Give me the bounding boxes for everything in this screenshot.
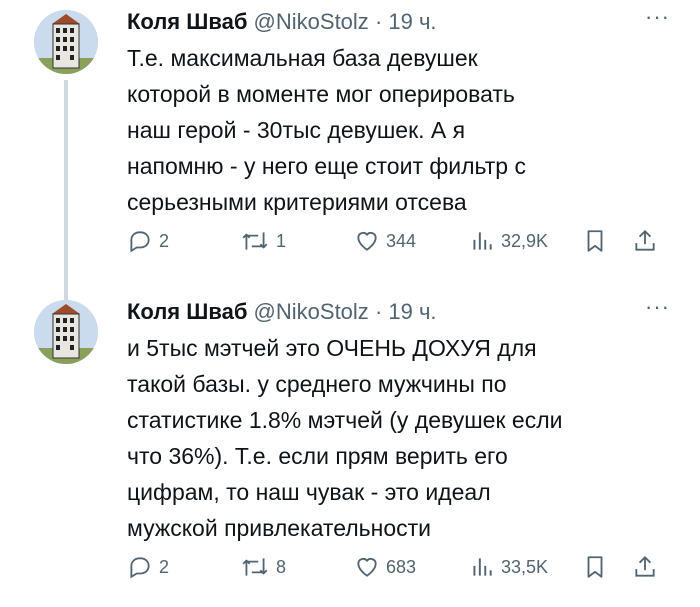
- retweet-count: 8: [276, 556, 287, 577]
- text-line: такой базы. у среднего мужчины по: [127, 371, 507, 397]
- reply-button[interactable]: 2: [127, 226, 169, 256]
- avatar[interactable]: [34, 300, 98, 364]
- reply-count: 2: [159, 556, 170, 577]
- reply-count: 2: [159, 230, 170, 251]
- tweet[interactable]: Коля Шваб @NikoStolz · 19 ч. ··· и 5тыс …: [0, 290, 700, 607]
- like-count: 344: [386, 230, 417, 251]
- timestamp[interactable]: 19 ч.: [388, 299, 436, 324]
- tweet-header: Коля Шваб @NikoStolz · 19 ч.: [127, 298, 437, 326]
- bookmark-button[interactable]: [582, 552, 614, 582]
- retweet-count: 1: [276, 230, 287, 251]
- views-count: 33,5K: [501, 556, 549, 577]
- text-line: что 36%). Т.е. если прям верить его: [127, 443, 508, 469]
- text-line: которой в моменте мог оперировать: [127, 81, 515, 107]
- share-button[interactable]: [632, 552, 664, 582]
- separator: ·: [374, 9, 383, 34]
- like-button[interactable]: 683: [354, 552, 416, 582]
- author-handle[interactable]: @NikoStolz: [254, 299, 369, 324]
- text-line: статистике 1.8% мэтчей (у девушек если: [127, 407, 563, 433]
- retweet-icon: [242, 558, 268, 576]
- timestamp[interactable]: 19 ч.: [388, 9, 436, 34]
- text-line: цифрам, то наш чувак - это идеал: [127, 479, 491, 505]
- author-name[interactable]: Коля Шваб: [127, 299, 247, 324]
- like-button[interactable]: 344: [354, 226, 416, 256]
- author-name[interactable]: Коля Шваб: [127, 9, 247, 34]
- text-line: напомню - у него еще стоит фильтр с: [127, 153, 526, 179]
- views-icon: [473, 232, 492, 250]
- bookmark-icon: [587, 230, 603, 252]
- avatar[interactable]: [34, 10, 98, 74]
- reply-button[interactable]: 2: [127, 552, 169, 582]
- text-line: мужской привлекательности: [127, 515, 431, 541]
- tweet-actions: 2 1 344 32,9K: [127, 226, 667, 256]
- share-icon: [635, 229, 655, 251]
- bookmark-button[interactable]: [582, 226, 614, 256]
- text-line: и 5тыс мэтчей это ОЧЕНЬ ДОХУЯ для: [127, 335, 537, 361]
- thread-line: [64, 80, 68, 300]
- author-handle[interactable]: @NikoStolz: [254, 9, 369, 34]
- retweet-button[interactable]: 8: [240, 552, 286, 582]
- views-count: 32,9K: [501, 230, 549, 251]
- retweet-button[interactable]: 1: [240, 226, 286, 256]
- tweet-text: Т.е. максимальная база девушек которой в…: [127, 40, 667, 220]
- views-icon: [473, 558, 492, 576]
- share-button[interactable]: [632, 226, 664, 256]
- like-count: 683: [386, 556, 417, 577]
- retweet-icon: [242, 232, 268, 250]
- text-line: серьезными критериями отсева: [127, 189, 467, 215]
- text-line: Т.е. максимальная база девушек: [127, 45, 478, 71]
- separator: ·: [374, 299, 383, 324]
- share-icon: [635, 555, 655, 577]
- more-options-button[interactable]: ···: [645, 294, 670, 320]
- views-button[interactable]: 33,5K: [469, 552, 548, 582]
- reply-icon: [130, 557, 150, 579]
- heart-icon: [357, 232, 377, 251]
- views-button[interactable]: 32,9K: [469, 226, 548, 256]
- tweet-actions: 2 8 683 33,5K: [127, 552, 667, 582]
- tweet-header: Коля Шваб @NikoStolz · 19 ч.: [127, 8, 437, 36]
- tweet-text: и 5тыс мэтчей это ОЧЕНЬ ДОХУЯ для такой …: [127, 330, 667, 546]
- more-options-button[interactable]: ···: [645, 4, 670, 30]
- heart-icon: [357, 558, 377, 577]
- text-line: наш герой - 30тыс девушек. А я: [127, 117, 466, 143]
- bookmark-icon: [587, 556, 603, 578]
- tweet[interactable]: Коля Шваб @NikoStolz · 19 ч. ··· Т.е. ма…: [0, 0, 700, 300]
- reply-icon: [130, 231, 150, 253]
